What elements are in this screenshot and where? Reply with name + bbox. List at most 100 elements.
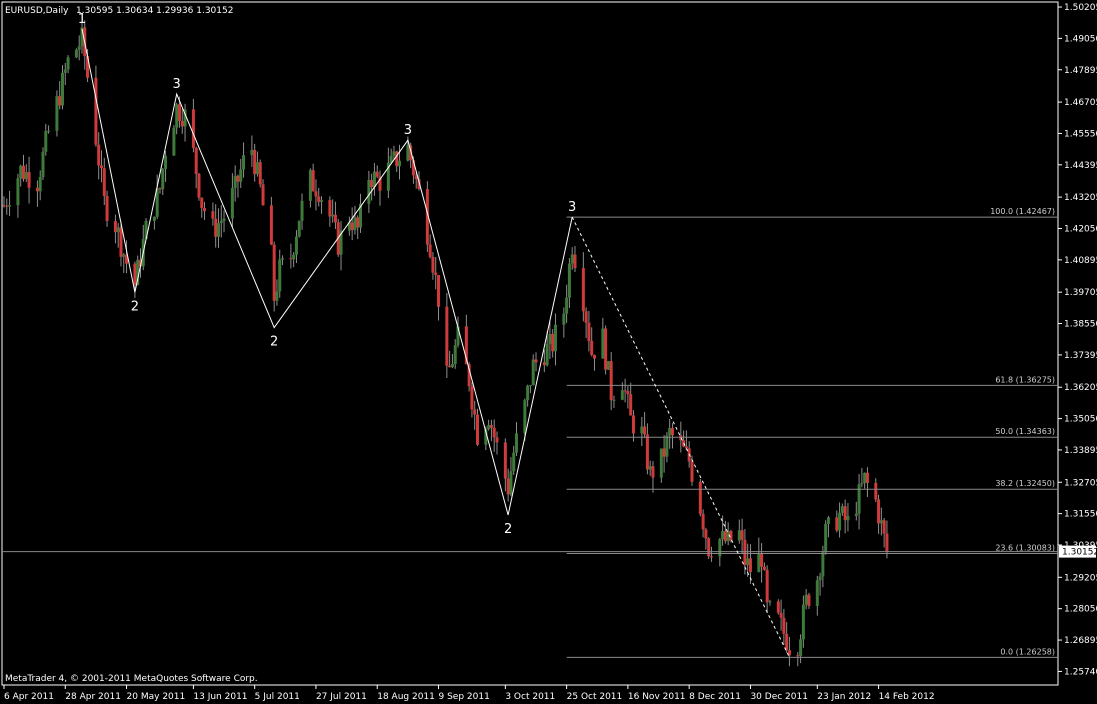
price-tick-label: 1.26895	[1064, 636, 1097, 646]
candle-body	[835, 517, 839, 531]
price-tick-label: 1.36205	[1064, 383, 1097, 393]
price-tick-label: 1.31550	[1064, 510, 1097, 520]
candle-body	[24, 172, 28, 180]
candle-body	[74, 49, 78, 58]
price-tick-label: 1.35050	[1064, 415, 1097, 425]
candle-body	[200, 197, 204, 209]
candle-body	[398, 160, 402, 167]
fib-level-label: 0.0 (1.26258)	[1000, 647, 1055, 656]
candle-body	[211, 211, 215, 219]
candle-body	[587, 322, 591, 342]
fib-level-label: 100.0 (1.42467)	[990, 207, 1055, 216]
candle-body	[292, 254, 296, 260]
candle-body	[19, 165, 23, 179]
candle-body	[746, 558, 750, 566]
candle-body	[863, 472, 867, 484]
candle-body	[799, 639, 803, 657]
candle-body	[308, 170, 312, 201]
candle-body	[854, 513, 858, 516]
candle-body	[643, 426, 647, 435]
price-tick-label: 1.40895	[1064, 256, 1097, 266]
candle-body	[737, 530, 741, 541]
candle-body	[197, 173, 201, 198]
candle-body	[489, 425, 493, 428]
wave-label: 3	[568, 200, 576, 215]
price-tick-label: 1.45550	[1064, 129, 1097, 139]
candle-body	[122, 254, 126, 257]
candle-body	[119, 227, 123, 257]
price-tick-label: 1.47895	[1064, 66, 1097, 76]
candle-body	[723, 531, 727, 542]
candle-body	[567, 263, 571, 298]
candle-body	[684, 446, 688, 449]
candle-body	[239, 169, 243, 182]
candle-body	[487, 425, 491, 429]
candle-body	[882, 520, 886, 534]
candle-body	[97, 144, 101, 166]
candle-body	[796, 655, 800, 657]
candle-body	[219, 220, 223, 224]
candle-body	[573, 254, 577, 269]
candle-body	[651, 466, 655, 478]
date-tick-label: 20 May 2011	[127, 692, 186, 702]
candle-body	[531, 359, 535, 386]
candle-body	[801, 604, 805, 640]
candle-body	[116, 227, 120, 233]
price-chart[interactable]: 100.0 (1.42467) 61.8 (1.36275) 50.0 (1.343…	[0, 0, 1097, 704]
candle-body	[314, 191, 318, 197]
candle-body	[838, 512, 842, 531]
candle-body	[431, 256, 435, 273]
price-tick-label: 1.46705	[1064, 98, 1097, 108]
date-tick-label: 28 Apr 2011	[65, 692, 121, 702]
candle-body	[826, 517, 830, 524]
candle-body	[804, 594, 808, 605]
date-tick-label: 9 Sep 2011	[439, 692, 490, 702]
candle-body	[222, 218, 226, 221]
candle-body	[38, 177, 42, 192]
candle-body	[492, 427, 496, 438]
candle-body	[514, 433, 518, 453]
candle-body	[164, 155, 168, 170]
price-tick-label: 1.32705	[1064, 478, 1097, 488]
candle-body	[843, 506, 847, 521]
price-tick-label: 1.44395	[1064, 161, 1097, 171]
candle-body	[690, 461, 694, 482]
candle-body	[623, 390, 627, 392]
candle-body	[821, 552, 825, 577]
candle-body	[448, 365, 452, 368]
price-tick-label: 1.33895	[1064, 446, 1097, 456]
candle-body	[44, 131, 48, 152]
candle-body	[665, 435, 669, 457]
candle-body	[601, 328, 605, 359]
price-tick-label: 1.50205	[1064, 3, 1097, 13]
candle-body	[272, 244, 276, 301]
wave-label: 3	[173, 77, 181, 92]
candle-body	[356, 217, 360, 228]
candle-body	[175, 104, 179, 128]
copyright-footer: MetaTrader 4, © 2001-2011 MetaQuotes Sof…	[5, 674, 258, 684]
candle-body	[392, 151, 396, 156]
candle-body	[5, 205, 9, 207]
candle-body	[47, 130, 51, 132]
wave-label: 2	[131, 299, 139, 314]
candle-body	[865, 472, 869, 483]
candle-body	[701, 513, 705, 530]
candle-body	[214, 218, 218, 237]
candle-body	[807, 594, 811, 607]
candle-body	[604, 328, 608, 370]
candle-body	[261, 184, 265, 206]
candle-body	[565, 297, 569, 314]
fib-level-label: 38.2 (1.32450)	[995, 479, 1055, 488]
candle-body	[133, 263, 137, 286]
candle-body	[350, 222, 354, 231]
candle-body	[740, 530, 744, 540]
candle-body	[570, 254, 574, 264]
chart-ohlc-values: 1.30595 1.30634 1.29936 1.30152	[76, 6, 233, 16]
candle-body	[434, 272, 438, 276]
date-tick-label: 30 Dec 2011	[750, 692, 808, 702]
price-tick-label: 1.42050	[1064, 224, 1097, 234]
price-tick-label: 1.29205	[1064, 573, 1097, 583]
candle-body	[509, 471, 513, 495]
candle-body	[203, 208, 207, 212]
wave-label: 2	[270, 335, 278, 350]
